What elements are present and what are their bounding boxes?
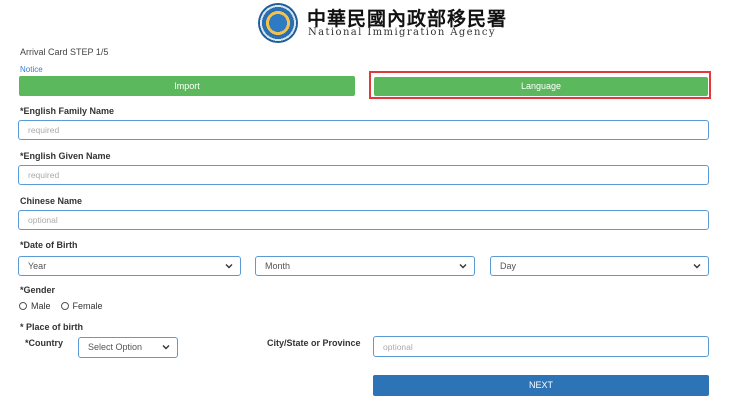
place-of-birth-label: * Place of birth <box>20 322 84 332</box>
city-province-input[interactable] <box>373 336 709 357</box>
next-button[interactable]: NEXT <box>373 375 709 396</box>
gender-female-radio[interactable] <box>60 302 69 310</box>
notice-link[interactable]: Notice <box>20 65 43 74</box>
chevron-down-icon <box>225 264 233 269</box>
chevron-down-icon <box>162 345 170 350</box>
chevron-down-icon <box>459 264 467 269</box>
family-name-input[interactable] <box>18 120 709 140</box>
language-button[interactable]: Language <box>374 77 708 96</box>
country-select-value: Select Option <box>88 342 143 352</box>
gender-label: *Gender <box>20 285 56 295</box>
city-province-label: City/State or Province <box>267 338 361 348</box>
agency-title-english: National Immigration Agency <box>308 27 496 38</box>
chevron-down-icon <box>693 264 701 269</box>
gender-male-label: Male <box>31 301 51 311</box>
dob-year-value: Year <box>28 261 47 271</box>
import-button[interactable]: Import <box>19 76 355 96</box>
dob-month-value: Month <box>265 261 291 271</box>
given-name-label: *English Given Name <box>20 151 111 161</box>
chinese-name-input[interactable] <box>18 210 709 230</box>
gender-female-label: Female <box>72 301 103 311</box>
dob-day-value: Day <box>500 261 517 271</box>
gender-options: Male Female <box>19 301 103 311</box>
dob-year-select[interactable]: Year <box>18 256 241 276</box>
gender-male-radio[interactable] <box>19 302 27 310</box>
given-name-input[interactable] <box>18 165 709 185</box>
dob-label: *Date of Birth <box>20 240 78 250</box>
agency-logo <box>258 3 298 43</box>
dob-day-select[interactable]: Day <box>490 256 709 276</box>
dob-month-select[interactable]: Month <box>255 256 475 276</box>
chinese-name-label: Chinese Name <box>20 196 83 206</box>
family-name-label: *English Family Name <box>20 106 115 116</box>
country-label: *Country <box>25 338 63 348</box>
country-select[interactable]: Select Option <box>78 337 178 358</box>
step-indicator: Arrival Card STEP 1/5 <box>20 47 109 57</box>
